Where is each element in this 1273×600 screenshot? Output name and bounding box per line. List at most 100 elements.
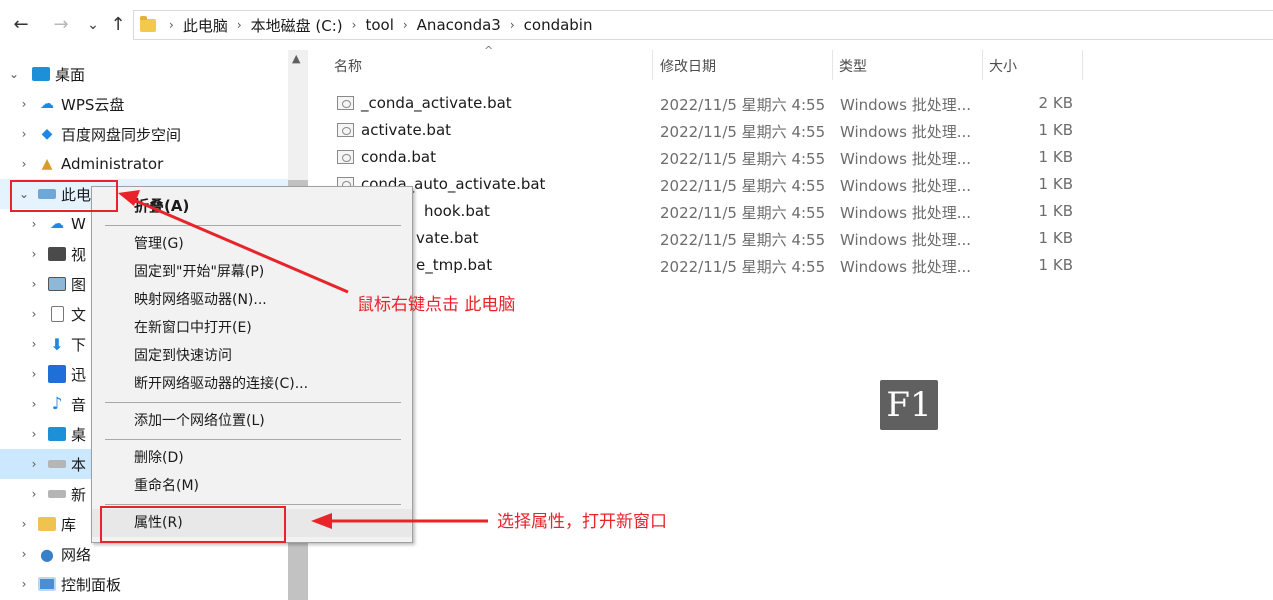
chevron-right-icon[interactable]: › — [27, 217, 41, 231]
file-size: 1 KB — [1038, 175, 1073, 193]
chevron-right-icon[interactable]: › — [27, 487, 41, 501]
breadcrumb-this-pc[interactable]: 此电脑 — [183, 15, 228, 36]
tree-item-administrator[interactable]: › ▲ Administrator — [0, 149, 288, 179]
menu-item-manage[interactable]: 管理(G) — [92, 230, 412, 258]
menu-item-add-network-location[interactable]: 添加一个网络位置(L) — [92, 407, 412, 435]
menu-separator — [105, 504, 401, 505]
document-icon — [47, 305, 67, 323]
menu-item-open-new-window[interactable]: 在新窗口中打开(E) — [92, 314, 412, 342]
control-panel-icon — [37, 575, 57, 593]
tree-item-label: 图 — [71, 275, 87, 294]
forward-button[interactable]: → — [50, 13, 72, 37]
annotation-right-click: 鼠标右键点击 此电脑 — [357, 295, 516, 315]
tree-item-label: WPS云盘 — [61, 95, 125, 114]
tree-item-label: W — [71, 215, 86, 233]
chevron-right-icon[interactable]: › — [27, 247, 41, 261]
chevron-right-icon[interactable]: › — [17, 157, 31, 171]
chevron-right-icon[interactable]: › — [27, 457, 41, 471]
menu-item-delete[interactable]: 删除(D) — [92, 444, 412, 472]
tree-item-label: 新 — [71, 485, 87, 504]
file-row[interactable]: e_tmp.bat 2022/11/5 星期六 4:55 Windows 批处理… — [330, 252, 1090, 279]
menu-item-rename[interactable]: 重命名(M) — [92, 472, 412, 500]
file-row[interactable]: conda_auto_activate.bat 2022/11/5 星期六 4:… — [330, 171, 1090, 198]
tree-item-control-panel[interactable]: › 控制面板 — [0, 569, 288, 599]
file-row[interactable]: conda.bat 2022/11/5 星期六 4:55 Windows 批处理… — [330, 144, 1090, 171]
annotation-choose-properties: 选择属性，打开新窗口 — [497, 512, 667, 532]
column-divider[interactable] — [1082, 50, 1083, 80]
drive-icon — [47, 455, 67, 473]
column-header-name[interactable]: 名称 — [328, 50, 653, 82]
column-header-size[interactable]: 大小 — [983, 50, 1083, 82]
tree-item-label: 视 — [71, 245, 87, 264]
back-button[interactable]: ← — [10, 13, 32, 37]
chevron-right-icon[interactable]: › — [17, 577, 31, 591]
chevron-right-icon[interactable]: › — [169, 18, 174, 32]
column-divider[interactable] — [652, 50, 653, 80]
file-row[interactable]: hook.bat 2022/11/5 星期六 4:55 Windows 批处理.… — [330, 198, 1090, 225]
file-size: 2 KB — [1038, 94, 1073, 112]
chevron-right-icon[interactable]: › — [27, 427, 41, 441]
menu-item-disconnect-drive[interactable]: 断开网络驱动器的连接(C)... — [92, 370, 412, 398]
chevron-right-icon[interactable]: › — [27, 397, 41, 411]
tree-item-label: 百度网盘同步空间 — [61, 125, 182, 144]
video-icon — [47, 245, 67, 263]
tree-item-label: 下 — [71, 335, 87, 354]
tree-item-wps-cloud[interactable]: › ☁ WPS云盘 — [0, 89, 288, 119]
file-size: 1 KB — [1038, 229, 1073, 247]
tree-item-label: 音 — [71, 395, 87, 414]
download-icon: ⬇ — [50, 334, 64, 354]
file-row[interactable]: _conda_activate.bat 2022/11/5 星期六 4:55 W… — [330, 90, 1090, 117]
chevron-right-icon[interactable]: › — [27, 277, 41, 291]
tree-item-label: 网络 — [61, 545, 92, 564]
menu-separator — [105, 439, 401, 440]
tree-item-label: 库 — [61, 515, 77, 534]
tree-item-network[interactable]: › ● 网络 — [0, 539, 288, 569]
menu-separator — [105, 402, 401, 403]
file-row[interactable]: activate.bat 2022/11/5 星期六 4:55 Windows … — [330, 117, 1090, 144]
chevron-right-icon[interactable]: › — [17, 127, 31, 141]
annotation-box-properties — [100, 506, 286, 543]
breadcrumb-anaconda3[interactable]: Anaconda3 — [417, 16, 501, 34]
file-size: 1 KB — [1038, 256, 1073, 274]
tree-item-label: 本 — [71, 455, 87, 474]
chevron-down-icon[interactable]: ⌄ — [7, 67, 21, 81]
chevron-right-icon[interactable]: › — [17, 517, 31, 531]
chevron-right-icon[interactable]: › — [403, 18, 408, 32]
chevron-right-icon[interactable]: › — [237, 18, 242, 32]
chevron-right-icon[interactable]: › — [510, 18, 515, 32]
recent-locations-button[interactable]: ⌄ — [82, 13, 104, 37]
menu-separator — [105, 225, 401, 226]
drive-icon — [47, 485, 67, 503]
chevron-right-icon[interactable]: › — [352, 18, 357, 32]
user-icon: ▲ — [41, 156, 53, 172]
xunlei-icon — [47, 365, 67, 383]
chevron-right-icon[interactable]: › — [27, 367, 41, 381]
tree-item-desktop[interactable]: ⌄ 桌面 — [0, 59, 288, 89]
column-header-date[interactable]: 修改日期 — [654, 50, 832, 82]
menu-item-pin-to-start[interactable]: 固定到"开始"屏幕(P) — [92, 258, 412, 286]
context-menu: 折叠(A) 管理(G) 固定到"开始"屏幕(P) 映射网络驱动器(N)... 在… — [91, 186, 413, 543]
breadcrumb-condabin[interactable]: condabin — [524, 16, 593, 34]
cloud-icon: ☁ — [50, 216, 64, 232]
menu-item-pin-quick-access[interactable]: 固定到快速访问 — [92, 342, 412, 370]
tree-item-label: Administrator — [61, 155, 164, 173]
chevron-right-icon[interactable]: › — [27, 307, 41, 321]
chevron-right-icon[interactable]: › — [17, 97, 31, 111]
scroll-up-icon[interactable]: ▲ — [292, 52, 300, 65]
menu-item-collapse[interactable]: 折叠(A) — [92, 192, 412, 220]
cloud-icon: ☁ — [40, 96, 54, 112]
chevron-right-icon[interactable]: › — [27, 337, 41, 351]
folder-icon — [140, 15, 156, 32]
column-header-type[interactable]: 类型 — [833, 50, 983, 82]
tree-item-baidu-sync[interactable]: › ◆ 百度网盘同步空间 — [0, 119, 288, 149]
address-input[interactable]: › 此电脑 › 本地磁盘 (C:) › tool › Anaconda3 › c… — [133, 10, 1273, 40]
chevron-right-icon[interactable]: › — [17, 547, 31, 561]
file-size: 1 KB — [1038, 121, 1073, 139]
file-row[interactable]: vate.bat 2022/11/5 星期六 4:55 Windows 批处理.… — [330, 225, 1090, 252]
desktop-icon — [31, 65, 51, 83]
breadcrumb-tool[interactable]: tool — [365, 16, 393, 34]
breadcrumb-c-drive[interactable]: 本地磁盘 (C:) — [251, 15, 343, 36]
up-button[interactable]: ↑ — [107, 13, 129, 37]
network-icon: ● — [40, 544, 54, 564]
tree-item-label: 迅 — [71, 365, 87, 384]
